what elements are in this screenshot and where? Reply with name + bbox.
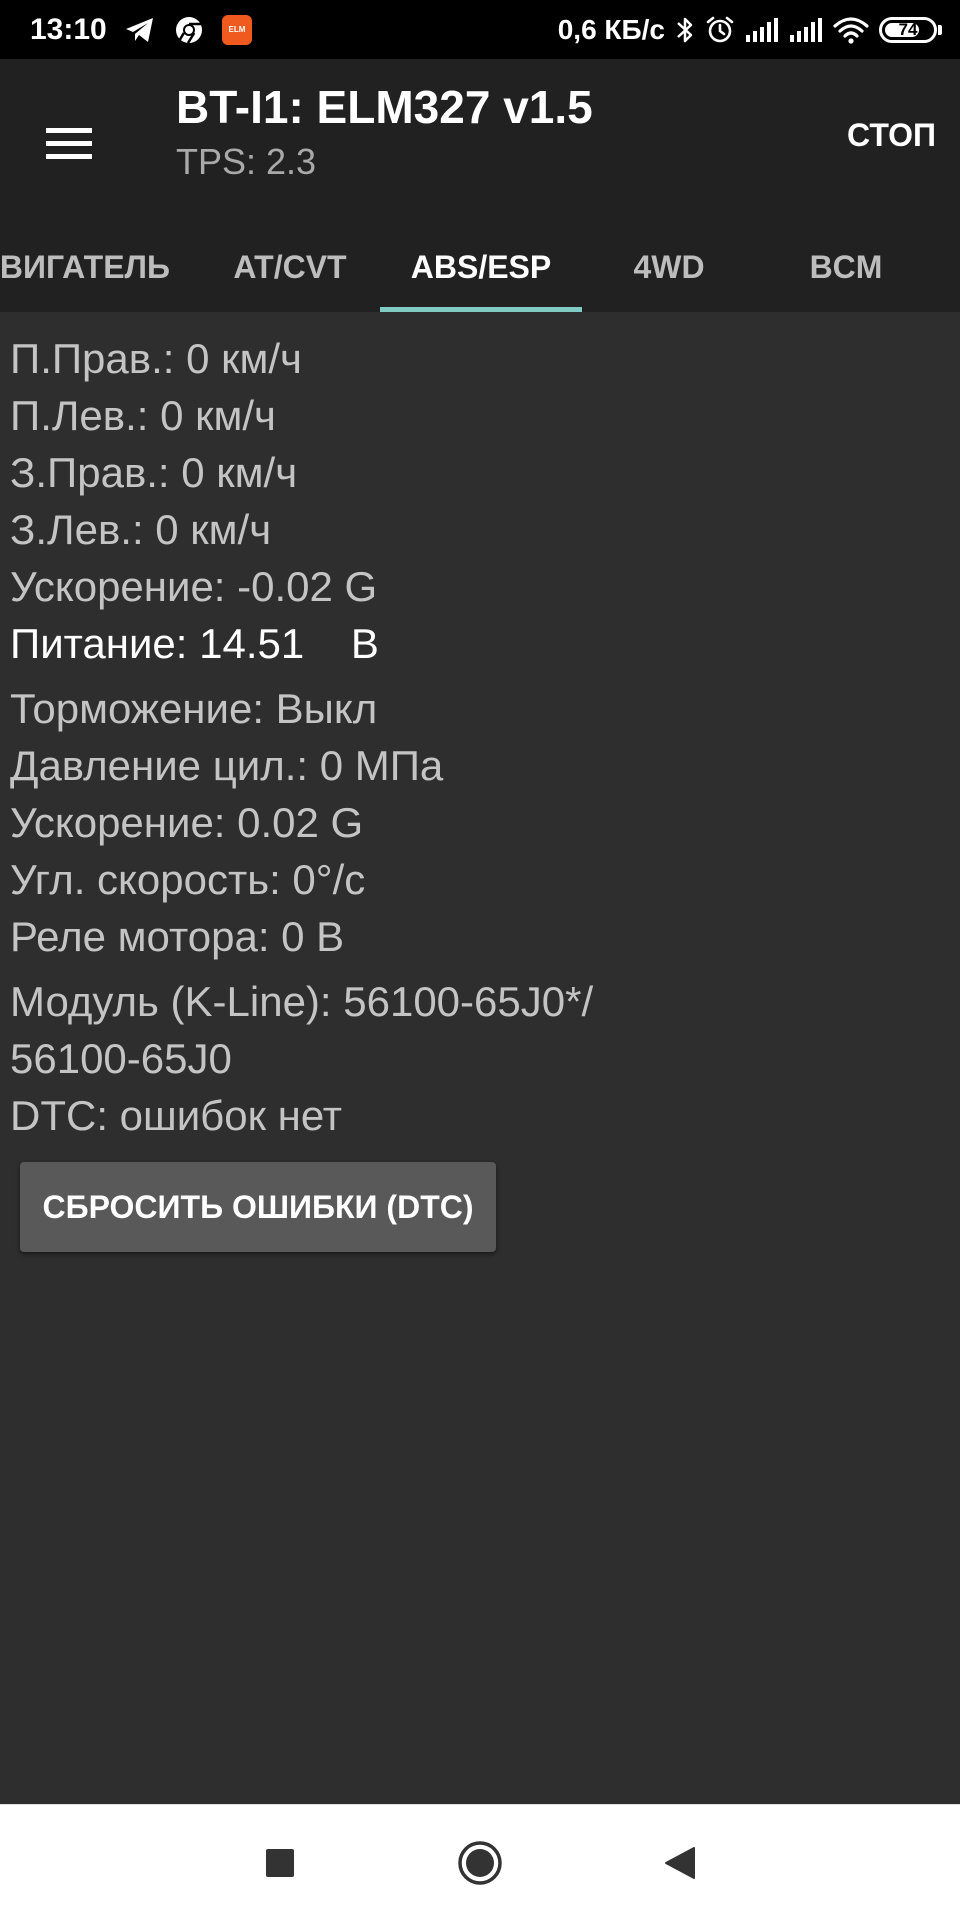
telegram-icon (124, 16, 156, 44)
signal-icon (789, 17, 823, 43)
battery-tip (938, 25, 942, 35)
reading-dtc: DTC: ошибок нет (10, 1092, 343, 1139)
recents-square-icon[interactable] (250, 1833, 310, 1893)
app-badge-text: ELM (228, 25, 246, 34)
reading-front-left-speed: П.Лев.: 0 км/ч (10, 392, 276, 439)
reading-front-right-speed: П.Прав.: 0 км/ч (10, 335, 302, 382)
back-triangle-icon[interactable] (650, 1833, 710, 1893)
reading-braking: Торможение: Выкл (10, 685, 378, 732)
app-notification-icon: ELM (222, 15, 252, 45)
reset-dtc-button[interactable]: СБРОСИТЬ ОШИБКИ (DTC) (20, 1162, 496, 1252)
home-circle-icon[interactable] (450, 1833, 510, 1893)
reading-cylinder-pressure: Давление цил.: 0 МПа (10, 742, 444, 789)
reading-motor-relay: Реле мотора: 0 В (10, 913, 345, 960)
wifi-icon (833, 16, 869, 44)
battery-body: 74 (879, 17, 937, 43)
hamburger-menu-icon[interactable] (34, 109, 104, 179)
reading-angular-speed: Угл. скорость: 0°/с (10, 856, 366, 903)
reading-rear-left-speed: З.Лев.: 0 км/ч (10, 506, 272, 553)
tab-abs-esp[interactable]: ABS/ESP (380, 227, 582, 312)
tab-bar: ДВИГАТЕЛЬ AT/CVT ABS/ESP 4WD BCM (0, 227, 960, 312)
navigation-bar (0, 1804, 960, 1920)
stop-button[interactable]: СТОП (841, 105, 942, 165)
tab-bcm[interactable]: BCM (756, 227, 936, 312)
reading-acceleration: Ускорение: -0.02 G (10, 563, 378, 610)
chrome-icon (174, 15, 204, 45)
bluetooth-icon (675, 15, 695, 45)
tab-indicator (380, 307, 582, 312)
system-icons: 0,6 КБ/с 74 (558, 10, 942, 50)
reading-acceleration-2: Ускорение: 0.02 G (10, 799, 364, 846)
battery-icon: 74 (879, 17, 942, 43)
reading-module-id: 56100-65J0 (10, 1035, 232, 1082)
network-speed: 0,6 КБ/с (557, 14, 665, 45)
status-bar: 13:10 ELM 0,6 КБ/с 74 (0, 0, 960, 59)
app-title: BT-I1: ELM327 v1.5 (176, 81, 593, 133)
tab-at-cvt[interactable]: AT/CVT (200, 227, 380, 312)
status-time: 13:10 (30, 13, 107, 46)
tab-4wd[interactable]: 4WD (582, 227, 756, 312)
tab-engine[interactable]: ДВИГАТЕЛЬ (0, 227, 170, 312)
alarm-icon (705, 15, 735, 45)
reading-power-voltage: Питание: 14.51 В (10, 620, 379, 667)
readings-panel: П.Прав.: 0 км/ч П.Лев.: 0 км/ч З.Прав.: … (10, 330, 950, 1144)
notification-icons: ELM (124, 12, 252, 48)
battery-level: 74 (898, 20, 918, 39)
signal-icon (745, 17, 779, 43)
reading-module: Модуль (K-Line): 56100-65J0*/ (10, 978, 594, 1025)
reading-rear-right-speed: З.Прав.: 0 км/ч (10, 449, 298, 496)
app-bar: BT-I1: ELM327 v1.5 TPS: 2.3 СТОП ДВИГАТЕ… (0, 59, 960, 312)
app-subtitle: TPS: 2.3 (176, 141, 317, 182)
